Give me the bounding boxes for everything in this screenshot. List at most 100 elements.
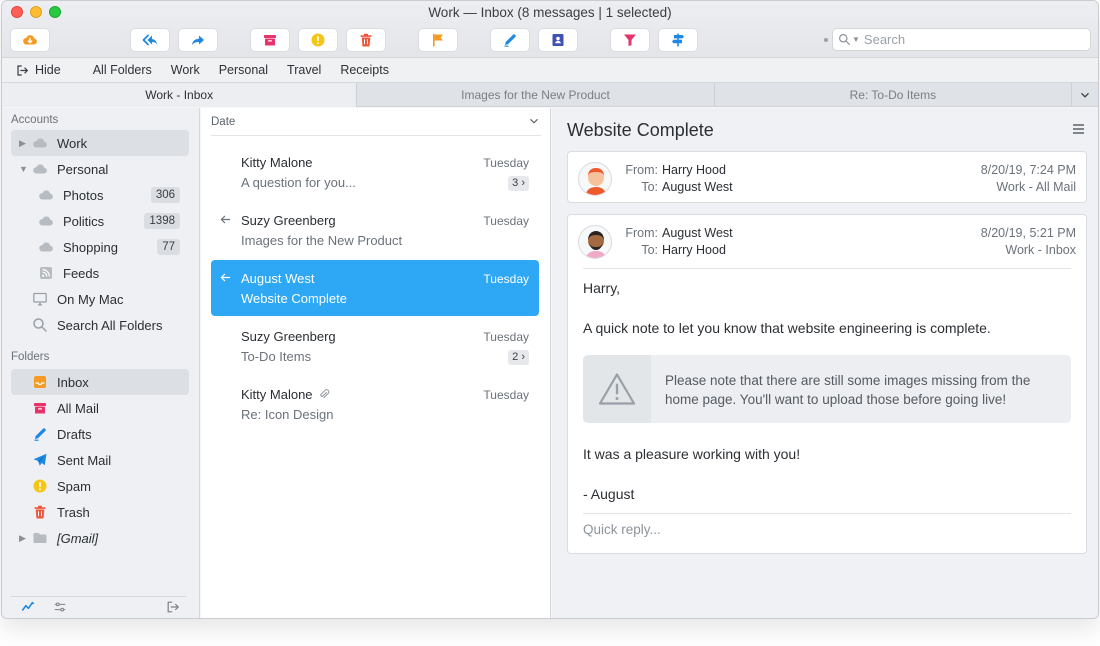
get-mail-button[interactable]	[10, 28, 50, 52]
trash-button[interactable]	[346, 28, 386, 52]
header-labels: From: To:	[622, 225, 658, 259]
reply-all-icon	[142, 34, 157, 46]
search-field[interactable]: ▼	[832, 28, 1091, 51]
archive-button[interactable]	[250, 28, 290, 52]
trash-icon	[31, 504, 49, 520]
tab-work-inbox[interactable]: Work - Inbox	[2, 83, 358, 107]
rss-feed-icon	[37, 265, 55, 281]
sidebar-footer	[11, 596, 186, 618]
message-row[interactable]: August West Tuesday Website Complete	[211, 260, 539, 316]
favorite-travel[interactable]: Travel	[287, 63, 321, 77]
chevron-down-icon[interactable]: ▼	[852, 35, 860, 44]
to-value[interactable]: August West	[662, 179, 733, 196]
quick-reply-input[interactable]	[583, 522, 1071, 537]
signpost-icon	[672, 33, 684, 47]
window-title: Work — Inbox (8 messages | 1 selected)	[428, 5, 672, 20]
thread-count: 2	[512, 351, 519, 363]
sidebar-item-photos[interactable]: Photos 306	[11, 182, 189, 208]
message-row[interactable]: Kitty Malone Tuesday A question for you.…	[211, 144, 539, 200]
flag-button[interactable]	[418, 28, 458, 52]
sidebar-item-on-my-mac[interactable]: On My Mac	[11, 286, 189, 312]
tab-re-todo-items[interactable]: Re: To-Do Items	[715, 83, 1073, 107]
spam-button[interactable]	[298, 28, 338, 52]
from-label: From:	[625, 163, 658, 177]
sort-label: Date	[211, 115, 236, 128]
to-value[interactable]: Harry Hood	[662, 242, 733, 259]
favorite-receipts[interactable]: Receipts	[340, 63, 389, 77]
message-date: Tuesday	[483, 214, 529, 228]
from-value[interactable]: Harry Hood	[662, 162, 733, 179]
search-input[interactable]	[863, 32, 1064, 47]
settings-sliders-icon[interactable]	[53, 600, 67, 617]
sign-out-icon[interactable]	[166, 600, 180, 617]
accounts-section-label: Accounts	[11, 114, 59, 126]
sidebar-item-personal[interactable]: ▼ Personal	[11, 156, 189, 182]
titlebar: Work — Inbox (8 messages | 1 selected) ▼…	[2, 1, 1098, 58]
spam-icon	[31, 478, 49, 494]
sidebar-item-label: Inbox	[57, 374, 89, 390]
favorite-personal[interactable]: Personal	[219, 63, 268, 77]
disclosure-triangle-icon[interactable]: ▶	[19, 533, 31, 544]
paper-plane-icon	[31, 452, 49, 468]
spam-icon	[311, 33, 325, 47]
from-value[interactable]: August West	[662, 225, 733, 242]
tab-images-new-product[interactable]: Images for the New Product	[357, 83, 715, 107]
message-row[interactable]: Suzy Greenberg Tuesday To-Do Items 2 ›	[211, 318, 539, 374]
sidebar-item-gmail[interactable]: ▶ [Gmail]	[11, 525, 189, 551]
tab-overflow-button[interactable]	[1072, 83, 1098, 106]
contacts-button[interactable]	[538, 28, 578, 52]
message-subject: To-Do Items	[241, 349, 312, 364]
hide-sidebar-icon	[17, 64, 28, 76]
message-subject-heading: Website Complete	[567, 120, 714, 140]
sidebar-item-work[interactable]: ▶ Work	[11, 130, 189, 156]
message-row[interactable]: Suzy Greenberg Tuesday Images for the Ne…	[211, 202, 539, 258]
favorite-all-folders[interactable]: All Folders	[93, 63, 152, 77]
message-date: Tuesday	[483, 330, 529, 344]
sidebar-item-shopping[interactable]: Shopping 77	[11, 234, 189, 260]
cloud-icon	[31, 135, 49, 151]
trash-icon	[360, 33, 372, 47]
thread-count-badge[interactable]: 2 ›	[508, 350, 529, 365]
sidebar-item-label: Work	[57, 135, 88, 151]
rules-button[interactable]	[658, 28, 698, 52]
contacts-icon	[552, 34, 564, 46]
sidebar-item-spam[interactable]: Spam	[11, 473, 189, 499]
filter-button[interactable]	[610, 28, 650, 52]
thread-count: 3	[512, 177, 519, 189]
message-date: Tuesday	[483, 388, 529, 402]
sidebar-item-search-all-folders[interactable]: Search All Folders	[11, 312, 189, 338]
forward-icon	[192, 35, 204, 45]
message-row[interactable]: Kitty Malone Tuesday Re: Icon Design	[211, 376, 539, 432]
thread-count-badge[interactable]: 3 ›	[508, 176, 529, 191]
header-meta: 8/20/19, 7:24 PM Work - All Mail	[981, 162, 1076, 196]
sidebar-item-politics[interactable]: Politics 1398	[11, 208, 189, 234]
archive-icon	[264, 35, 276, 46]
chevron-down-icon[interactable]	[529, 116, 539, 126]
sidebar-item-label: Personal	[57, 161, 109, 177]
disclosure-triangle-icon[interactable]: ▼	[19, 164, 31, 174]
search-icon	[31, 317, 49, 333]
reply-all-button[interactable]	[130, 28, 170, 52]
computer-icon	[31, 291, 49, 307]
sidebar-item-drafts[interactable]: Drafts	[11, 421, 189, 447]
sidebar-item-label: Feeds	[63, 265, 100, 281]
message-sender: Suzy Greenberg	[241, 329, 336, 344]
sidebar-item-all-mail[interactable]: All Mail	[11, 395, 189, 421]
message-sender: Kitty Malone	[241, 387, 313, 402]
hide-sidebar-button[interactable]: Hide	[16, 63, 61, 77]
forward-button[interactable]	[178, 28, 218, 52]
sidebar-item-label: On My Mac	[57, 291, 124, 307]
activity-icon[interactable]	[21, 600, 35, 617]
sidebar-item-feeds[interactable]: Feeds	[11, 260, 189, 286]
compose-button[interactable]	[490, 28, 530, 52]
sidebar-item-label: All Mail	[57, 400, 99, 416]
thread-message-collapsed[interactable]: From: To: Harry Hood August West 8/20/19…	[567, 151, 1087, 203]
sort-bar[interactable]: Date	[211, 108, 541, 136]
sidebar-item-trash[interactable]: Trash	[11, 499, 189, 525]
disclosure-triangle-icon[interactable]: ▶	[19, 138, 31, 149]
hamburger-menu-icon[interactable]	[1072, 123, 1085, 135]
favorite-work[interactable]: Work	[171, 63, 200, 77]
sidebar-item-inbox[interactable]: Inbox	[11, 369, 189, 395]
folder-icon	[31, 530, 49, 546]
sidebar-item-sent-mail[interactable]: Sent Mail	[11, 447, 189, 473]
